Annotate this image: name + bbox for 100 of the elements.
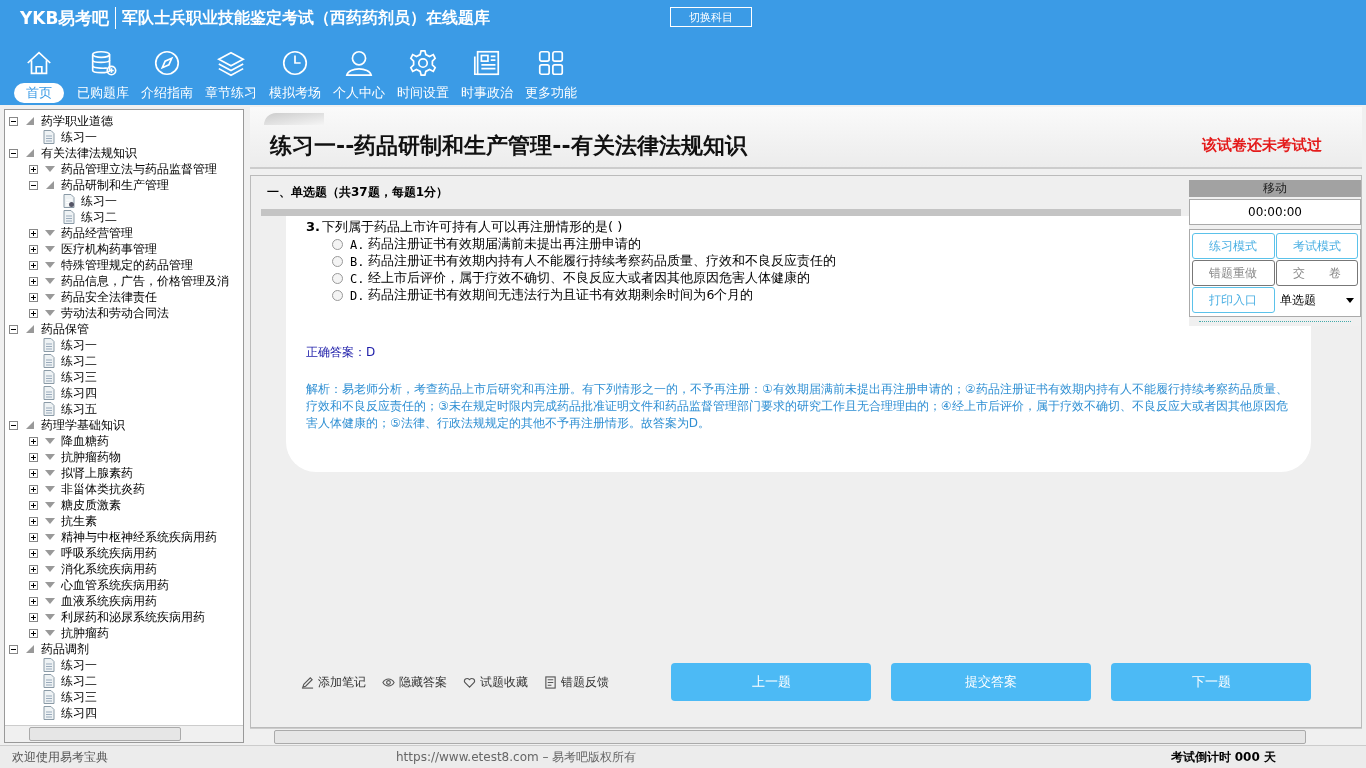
expander-icon[interactable] (29, 532, 38, 542)
newspaper-icon[interactable] (472, 48, 502, 78)
action-link[interactable]: 试题收藏 (480, 673, 528, 691)
tree-item[interactable]: 药品安全法律责任 (61, 288, 157, 306)
countdown-text: 考试倒计时 000 天 (1170, 748, 1276, 766)
tree-item[interactable]: 药品管理立法与药品监督管理 (61, 160, 217, 178)
heart-icon[interactable] (463, 675, 476, 689)
tree-item[interactable]: 有关法律法规知识 (41, 144, 137, 162)
triangle-icon (25, 116, 35, 126)
tree-item[interactable]: 非甾体类抗炎药 (61, 480, 145, 498)
tree-item[interactable]: 练习二 (61, 352, 97, 370)
caret-icon[interactable] (1346, 297, 1354, 303)
page-curl-decoration (264, 113, 324, 125)
expander-icon[interactable] (9, 420, 18, 430)
compass-icon[interactable] (152, 48, 182, 78)
explanation-text: 解析：易老师分析，考查药品上市后研究和再注册。有下列情形之一的，不予再注册：①有效期届满前未提出再注册申请的；②药品注册证书有效期内持有人不能履行持续考察药品质量、疗效和不良反应责任的；③未在规定时限内完成药品批准证明文件和药品监督管理部门要求的研究工作且无合理理由的；④经上市后评价，属于疗效不确切、不良反应大或者因其他原因危害人体健康的；⑤法律、行政法规规定的其他不予再注册情形。故答案为D。 (306, 381, 1289, 432)
section-heading: 一、单选题（共37题，每题1分） (266, 184, 450, 201)
tree-item[interactable]: 血液系统疾病用药 (61, 592, 157, 610)
expander-icon[interactable] (29, 468, 38, 478)
move-handle[interactable]: 移动 (1189, 180, 1361, 197)
tree-item[interactable]: 药学职业道德 (41, 112, 113, 130)
tree-item[interactable]: 练习一 (61, 656, 97, 674)
expander-icon[interactable] (29, 612, 38, 622)
tree-item[interactable]: 糖皮质激素 (61, 496, 121, 514)
expander-icon[interactable] (29, 244, 38, 254)
tree-item[interactable]: 利尿药和泌尿系统疾病用药 (61, 608, 205, 626)
tree-item[interactable]: 练习一 (61, 336, 97, 354)
expander-icon[interactable] (29, 228, 38, 238)
expander-icon[interactable] (29, 596, 38, 606)
eye-icon[interactable] (382, 675, 395, 689)
tree-item[interactable]: 抗生素 (61, 512, 97, 530)
expander-icon[interactable] (29, 164, 38, 174)
gear-icon[interactable] (408, 48, 438, 78)
expander-icon[interactable] (29, 500, 38, 510)
tree-item[interactable]: 药品保管 (41, 320, 89, 338)
horizontal-scrollbar[interactable] (5, 725, 243, 742)
tree-item[interactable]: 练习二 (61, 672, 97, 690)
expander-icon[interactable] (29, 436, 38, 446)
question-type-select[interactable]: 单选题 (1275, 287, 1358, 313)
document-icon[interactable] (544, 675, 557, 689)
tree-item[interactable]: 药品信息，广告，价格管理及消 (61, 272, 229, 290)
tree-item[interactable]: 拟肾上腺素药 (61, 464, 133, 482)
action-link[interactable]: 隐藏答案 (399, 673, 447, 691)
expander-icon[interactable] (29, 276, 38, 286)
expander-icon[interactable] (29, 260, 38, 270)
tree-item[interactable]: 呼吸系统疾病用药 (61, 544, 157, 562)
tree-item[interactable]: 药理学基础知识 (41, 416, 125, 434)
tree-item[interactable]: 练习一 (61, 128, 97, 146)
tree-item[interactable]: 医疗机构药事管理 (61, 240, 157, 258)
option-text: 经上市后评价，属于疗效不确切、不良反应大或者因其他原因危害人体健康的 (368, 270, 811, 287)
tree-item[interactable]: 抗肿瘤药物 (61, 448, 121, 466)
expander-icon[interactable] (9, 644, 18, 654)
radio-button[interactable] (332, 239, 343, 250)
expander-icon[interactable] (9, 148, 18, 158)
expander-icon[interactable] (9, 324, 18, 334)
expander-icon[interactable] (29, 628, 38, 638)
expander-icon[interactable] (29, 180, 38, 190)
option-label: B. (350, 254, 365, 269)
expander-icon[interactable] (29, 580, 38, 590)
tree-item[interactable]: 心血管系统疾病用药 (61, 576, 169, 594)
tree-item[interactable]: 药品经营管理 (61, 224, 133, 242)
tree-item[interactable]: 练习四 (61, 704, 97, 722)
tree-item[interactable]: 精神与中枢神经系统疾病用药 (61, 528, 217, 546)
tree-item[interactable]: 抗肿瘤药 (61, 624, 109, 642)
tree-item[interactable]: 降血糖药 (61, 432, 109, 450)
expander-icon[interactable] (29, 516, 38, 526)
tree-item[interactable]: 劳动法和劳动合同法 (61, 304, 169, 322)
action-link[interactable]: 错题反馈 (561, 673, 609, 691)
option-text: 药品注册证书有效期内持有人不能履行持续考察药品质量、疗效和不良反应责任的 (368, 253, 837, 270)
tree-item[interactable]: 药品调剂 (41, 640, 89, 658)
tree-item[interactable]: 练习一 (81, 192, 117, 210)
tree-item[interactable]: 特殊管理规定的药品管理 (61, 256, 193, 274)
expander-icon[interactable] (29, 484, 38, 494)
tree-item[interactable]: 消化系统疾病用药 (61, 560, 157, 578)
question-number: 3. (306, 219, 320, 234)
expander-icon[interactable] (29, 548, 38, 558)
expander-icon[interactable] (29, 292, 38, 302)
expander-icon[interactable] (9, 116, 18, 126)
expander-icon[interactable] (29, 308, 38, 318)
tree-item[interactable]: 练习四 (61, 384, 97, 402)
expander-icon[interactable] (29, 452, 38, 462)
tree-item[interactable]: 药品研制和生产管理 (61, 176, 169, 194)
person-icon[interactable] (344, 48, 374, 78)
option-text: 药品注册证书有效期届满前未提出再注册申请的 (368, 236, 642, 253)
pencil-icon[interactable] (301, 675, 314, 689)
grid-icon[interactable] (536, 48, 566, 78)
radio-button[interactable] (332, 256, 343, 267)
copyright-text: https://www.etest8.com – 易考吧版权所有 (396, 748, 637, 766)
tree-item[interactable]: 练习二 (81, 208, 117, 226)
radio-button[interactable] (332, 273, 343, 284)
expander-icon[interactable] (29, 564, 38, 574)
action-link[interactable]: 添加笔记 (318, 673, 366, 691)
app-title: 军队士兵职业技能鉴定考试（西药药剂员）在线题库 (122, 7, 491, 29)
tree-item[interactable]: 练习三 (61, 368, 97, 386)
tree-item[interactable]: 练习三 (61, 688, 97, 706)
question-text: 下列属于药品上市许可持有人可以再注册情形的是( ) (322, 219, 623, 234)
exam-status: 该试卷还未考试过 (1202, 136, 1322, 155)
radio-button[interactable] (332, 290, 343, 301)
tree-item[interactable]: 练习五 (61, 400, 97, 418)
clock-icon[interactable] (280, 48, 310, 78)
